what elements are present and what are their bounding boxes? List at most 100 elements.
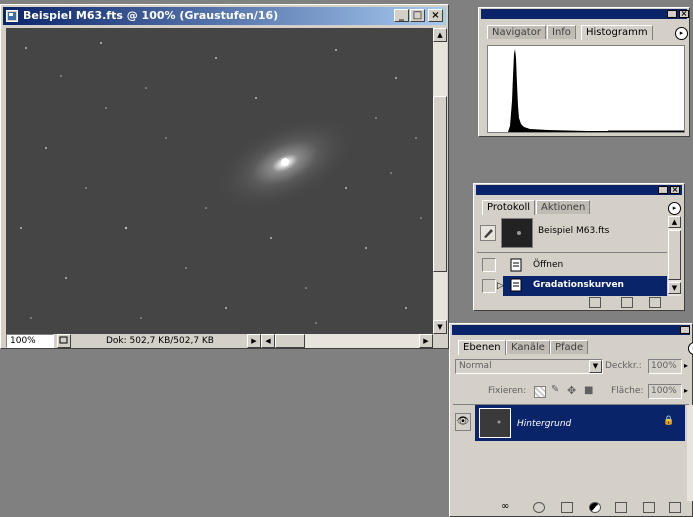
opacity-label: Deckkr.: [605, 361, 642, 371]
history-source-box[interactable] [482, 279, 496, 293]
layer-mask-icon[interactable] [561, 502, 573, 513]
snapshot-label: Beispiel M63.fts [538, 226, 610, 236]
snapshot-row[interactable]: Beispiel M63.fts [477, 216, 667, 250]
document-window: Beispiel M63.fts @ 100% (Graustufen/16) … [0, 4, 449, 349]
layer-row[interactable]: 👁 Hintergrund 🔒 [453, 405, 689, 441]
opacity-arrow-icon[interactable]: ▸ [684, 361, 688, 370]
history-panel-titlebar[interactable]: _ × [476, 185, 682, 195]
navigator-panel: _ × Navigator Info Histogramm ▸ [478, 7, 690, 137]
horizontal-scrollbar[interactable]: ◀ ▶ [261, 334, 433, 348]
opacity-field[interactable]: 100% [648, 359, 682, 374]
lock-all-icon[interactable]: ■ [584, 385, 593, 396]
history-scroll-down[interactable]: ▼ [668, 282, 681, 294]
history-minimize-button[interactable]: _ [658, 186, 668, 194]
layer-thumbnail [479, 408, 511, 438]
history-scroll-thumb[interactable] [668, 230, 681, 280]
fill-field[interactable]: 100% [648, 384, 682, 399]
document-icon [6, 10, 18, 22]
tab-kanaele[interactable]: Kanäle [506, 340, 550, 354]
snapshot-thumbnail [501, 218, 533, 248]
panel-minimize-button[interactable]: _ [667, 10, 677, 18]
scroll-right-button[interactable]: ▶ [419, 334, 433, 348]
history-toolbar [477, 297, 681, 309]
new-group-icon[interactable] [615, 502, 627, 513]
new-snapshot-icon[interactable] [621, 297, 633, 308]
layers-minimize-button[interactable]: _ [680, 326, 690, 334]
history-list: Beispiel M63.fts Öffnen ▷ Gradationskurv… [477, 216, 667, 296]
tab-ebenen[interactable]: Ebenen [458, 340, 506, 355]
new-layer-icon[interactable] [643, 502, 655, 513]
blend-mode-dropdown-icon[interactable]: ▼ [589, 360, 602, 373]
history-item[interactable]: Öffnen [477, 256, 667, 276]
history-tabs: Protokoll Aktionen ▸ [482, 200, 682, 216]
layer-lock-icon: 🔒 [663, 416, 675, 426]
layer-list: 👁 Hintergrund 🔒 [453, 404, 693, 501]
layers-panel-titlebar[interactable]: _ [452, 325, 690, 335]
status-bar: 100% Dok: 502,7 KB/502,7 KB ▶ ◀ ▶ [4, 334, 447, 348]
panel-menu-button[interactable]: ▸ [675, 27, 688, 40]
doc-size-info: Dok: 502,7 KB/502,7 KB [106, 336, 214, 346]
panel-close-button[interactable]: × [679, 10, 689, 18]
history-scroll-up[interactable]: ▲ [668, 216, 681, 228]
layers-panel: _ Ebenen Kanäle Pfade ▸ Normal ▼ Deckkr.… [449, 323, 693, 517]
tab-aktionen[interactable]: Aktionen [536, 200, 591, 214]
history-close-button[interactable]: × [670, 186, 680, 194]
link-layers-icon[interactable]: ∞ [501, 501, 509, 512]
history-step-icon [510, 258, 524, 277]
tab-pfade[interactable]: Pfade [550, 340, 589, 354]
lock-brush-icon[interactable]: ✎ [551, 384, 559, 395]
scroll-thumb[interactable] [433, 96, 447, 272]
tab-histogramm[interactable]: Histogramm [581, 25, 653, 40]
zoom-field[interactable]: 100% [6, 334, 54, 348]
scroll-left-button[interactable]: ◀ [261, 334, 275, 348]
trash-icon[interactable] [649, 297, 661, 308]
blend-mode-value: Normal [459, 361, 492, 371]
galaxy-image [6, 28, 433, 334]
history-item-label: Gradationskurven [533, 280, 624, 290]
lock-label: Fixieren: [488, 386, 527, 396]
histogram-graph [508, 49, 684, 132]
new-document-from-state-icon[interactable] [589, 297, 601, 308]
history-scrollbar[interactable]: ▲ ▼ [668, 216, 681, 296]
navigator-panel-titlebar[interactable]: _ × [481, 9, 689, 19]
history-divider [477, 252, 667, 253]
lock-transparency-icon[interactable] [534, 386, 546, 398]
close-button[interactable]: × [428, 9, 443, 22]
history-item-label: Öffnen [533, 260, 564, 270]
scroll-down-button[interactable]: ▼ [433, 320, 447, 334]
layer-name: Hintergrund [517, 419, 572, 429]
fill-arrow-icon[interactable]: ▸ [684, 386, 688, 395]
history-item-selected[interactable]: ▷ Gradationskurven [477, 276, 667, 296]
status-arrow-button[interactable]: ▶ [247, 334, 261, 348]
history-panel: _ × Protokoll Aktionen ▸ Beispiel M63.ft… [473, 183, 685, 311]
maximize-button[interactable]: □ [410, 9, 425, 22]
tab-navigator[interactable]: Navigator [487, 25, 546, 39]
layer-visibility-eye-icon[interactable]: 👁 [455, 413, 471, 431]
vertical-scrollbar[interactable]: ▲ ▼ [433, 28, 447, 334]
document-titlebar[interactable]: Beispiel M63.fts @ 100% (Graustufen/16) [3, 7, 446, 25]
layer-style-icon[interactable] [533, 502, 545, 513]
layers-tabs: Ebenen Kanäle Pfade ▸ [458, 340, 693, 356]
fill-label: Fläche: [611, 386, 644, 396]
scroll-up-button[interactable]: ▲ [433, 28, 447, 42]
minimize-button[interactable]: _ [394, 9, 409, 22]
histogram-area [487, 45, 685, 133]
zoom-value: 100% [10, 336, 36, 346]
horizontal-scroll-thumb[interactable] [275, 334, 305, 348]
lock-move-icon[interactable]: ✥ [567, 384, 576, 397]
adjustment-layer-icon[interactable] [589, 502, 601, 513]
status-menu-button[interactable] [57, 334, 71, 348]
opacity-value: 100% [651, 361, 677, 371]
layers-menu-button[interactable]: ▸ [688, 342, 693, 355]
snapshot-brush-icon[interactable] [480, 225, 496, 241]
history-source-box[interactable] [482, 258, 496, 272]
tab-info[interactable]: Info [547, 25, 576, 39]
document-title: Beispiel M63.fts @ 100% (Graustufen/16) [23, 9, 279, 22]
tab-protokoll[interactable]: Protokoll [482, 200, 536, 215]
status-menu-icon [59, 336, 68, 344]
layer-scrollbar[interactable] [687, 405, 693, 501]
image-canvas[interactable] [6, 28, 433, 334]
history-menu-button[interactable]: ▸ [668, 202, 681, 215]
blend-mode-select[interactable]: Normal ▼ [455, 359, 603, 374]
delete-layer-icon[interactable] [669, 502, 681, 513]
